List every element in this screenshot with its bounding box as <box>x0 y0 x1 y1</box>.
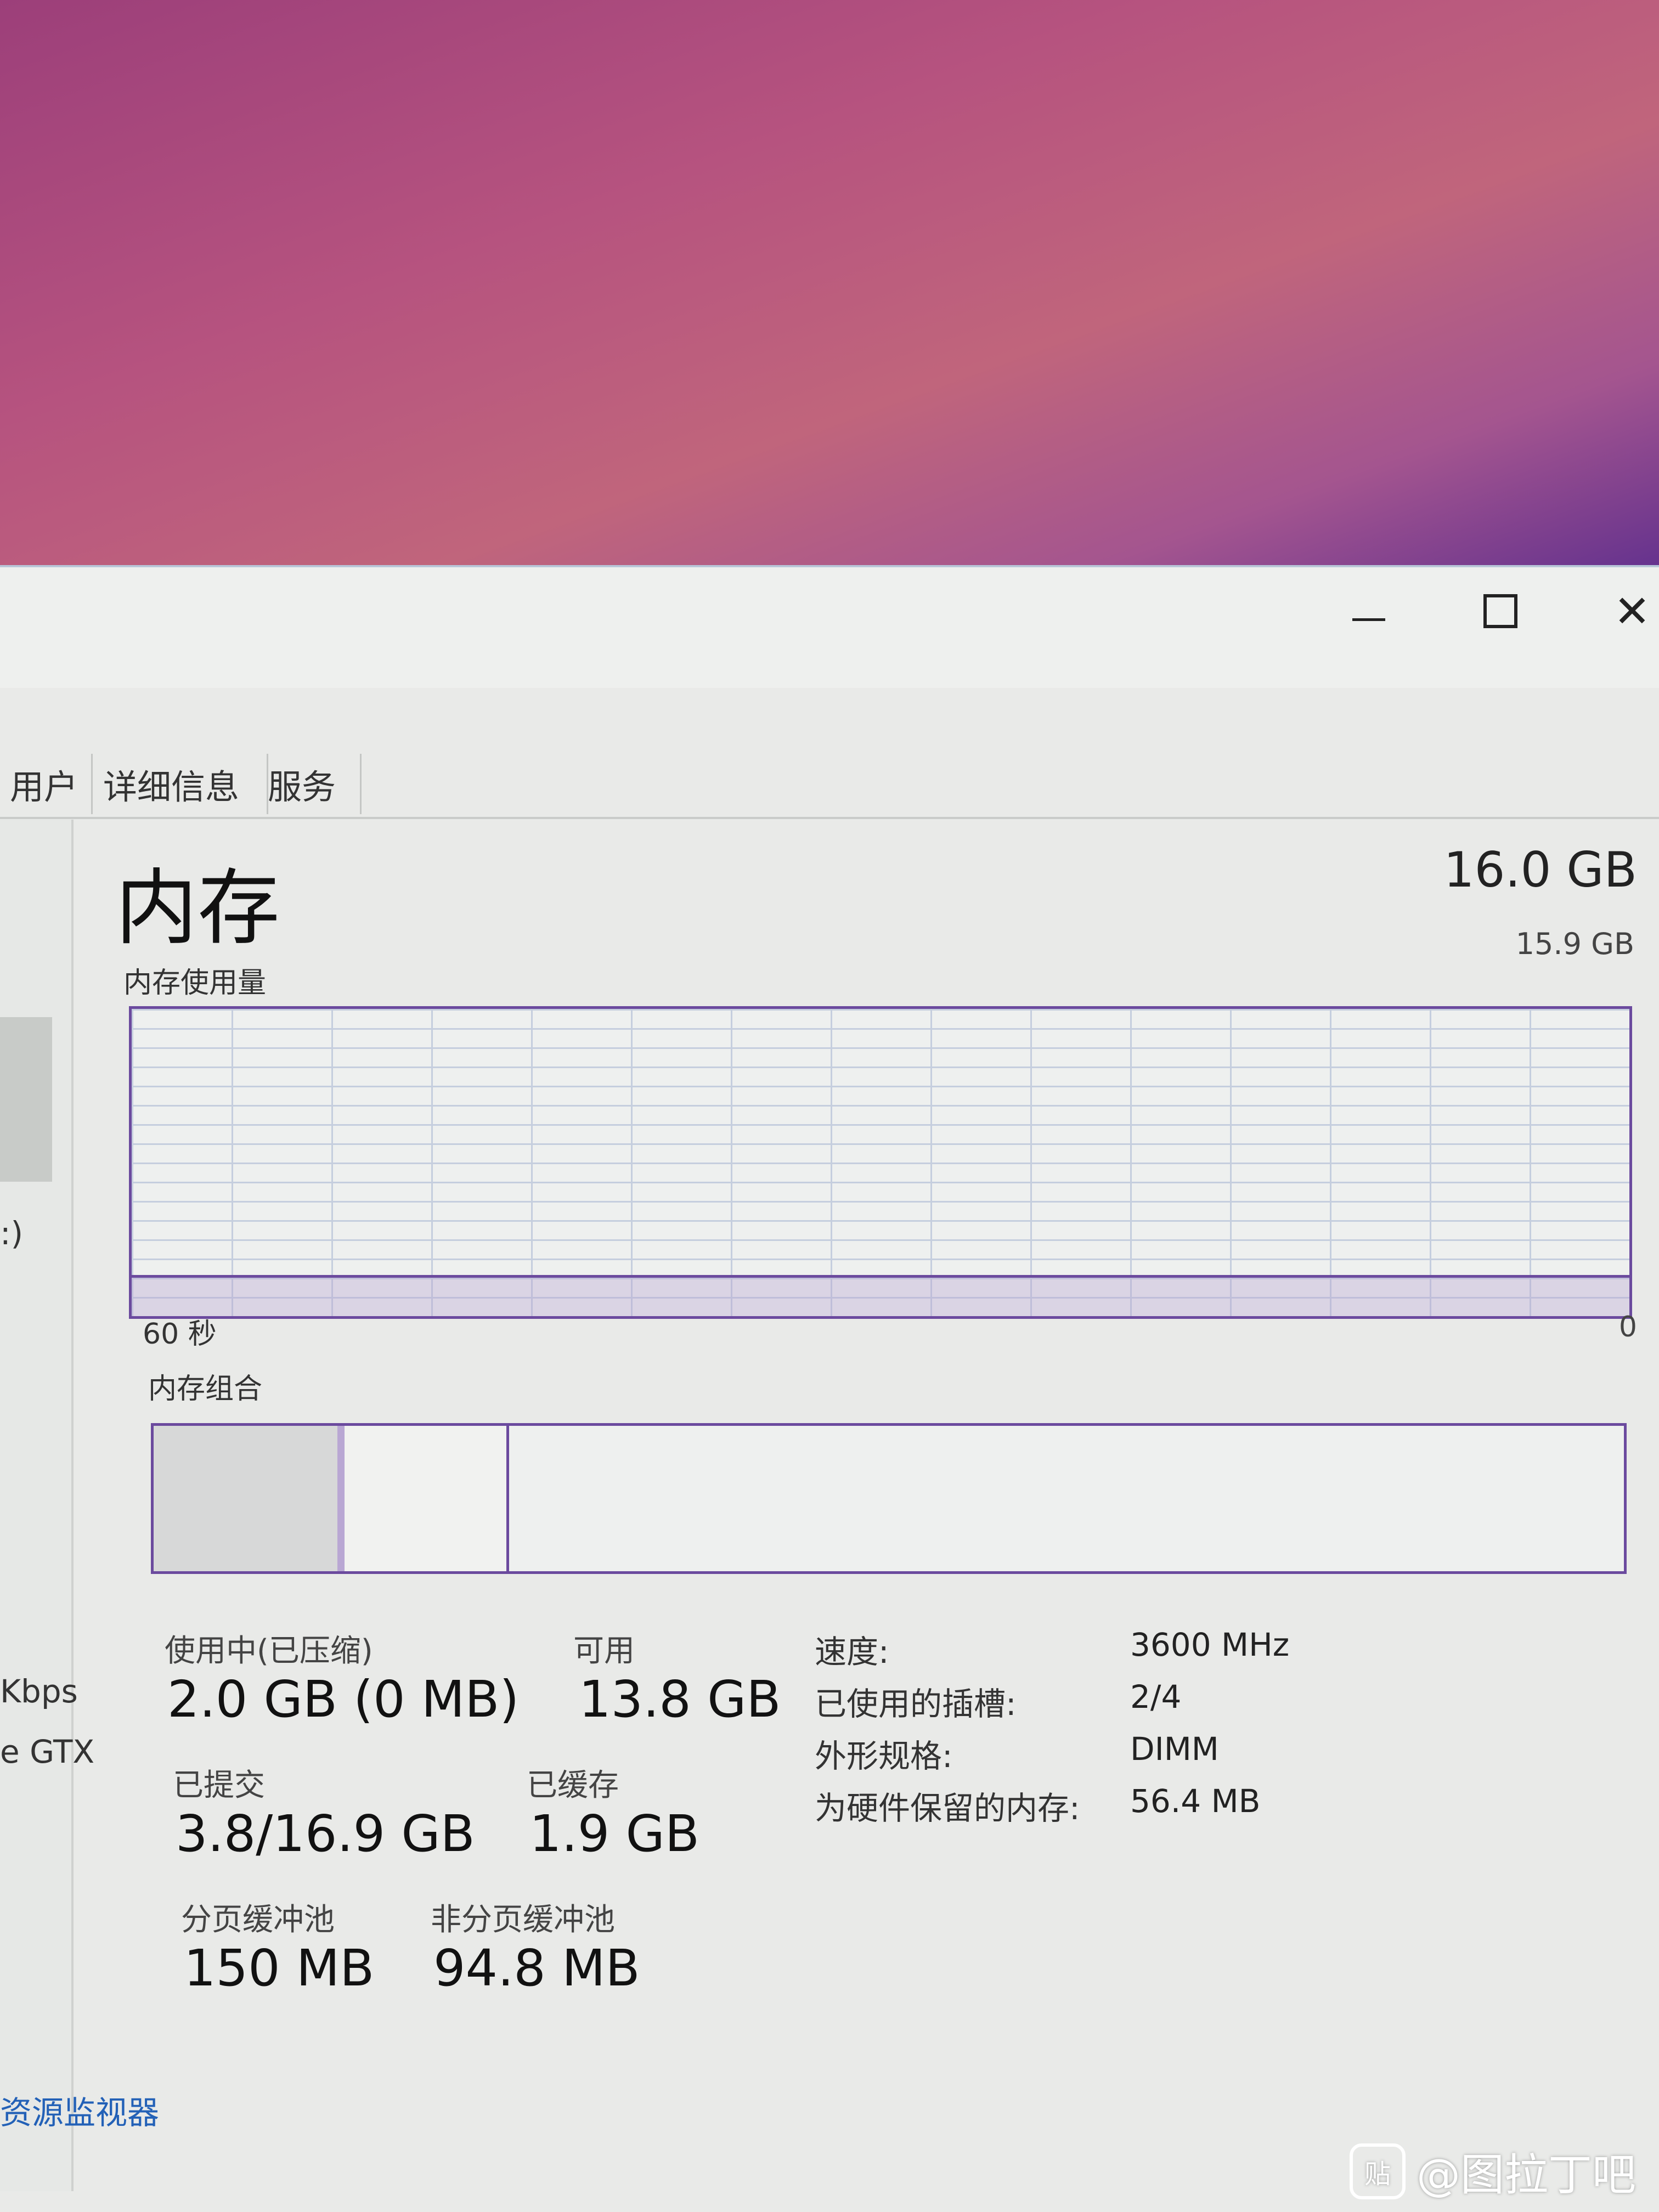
tieba-logo-icon: 贴 <box>1350 2143 1406 2199</box>
tab-users[interactable]: 用户 <box>0 754 93 814</box>
minimize-icon <box>1352 618 1385 621</box>
sidebar-item-fragment[interactable]: e GTX <box>0 1733 94 1770</box>
composition-in-use[interactable] <box>154 1426 340 1571</box>
paged-pool-value: 150 MB <box>184 1939 375 1997</box>
cached-value: 1.9 GB <box>529 1804 699 1863</box>
hardware-reserved-label: 为硬件保留的内存: <box>815 1790 1080 1827</box>
paged-pool-label: 分页缓冲池 <box>181 1902 335 1938</box>
in-use-label: 使用中(已压缩) <box>165 1633 373 1669</box>
time-span-label: 60 秒 <box>143 1318 217 1351</box>
nonpaged-pool-value: 94.8 MB <box>433 1939 640 1997</box>
performance-sidebar: :) Kbps e GTX <box>0 820 94 2191</box>
usage-graph-label: 内存使用量 <box>123 967 267 1000</box>
tab-bar: 用户 详细信息 服务 <box>0 732 1659 819</box>
speed-label: 速度: <box>815 1633 889 1671</box>
form-factor-value: DIMM <box>1130 1730 1219 1768</box>
form-factor-label: 外形规格: <box>815 1737 953 1775</box>
committed-label: 已提交 <box>173 1768 265 1803</box>
tab-services[interactable]: 服务 <box>258 754 362 814</box>
sidebar-item-fragment[interactable]: Kbps <box>0 1673 78 1710</box>
available-label: 可用 <box>573 1633 635 1669</box>
in-use-value: 2.0 GB (0 MB) <box>167 1670 520 1729</box>
available-value: 13.8 GB <box>579 1670 781 1729</box>
hardware-reserved-value: 56.4 MB <box>1130 1782 1261 1820</box>
graph-min-label: 0 <box>1618 1311 1637 1344</box>
committed-value: 3.8/16.9 GB <box>176 1804 475 1863</box>
sidebar-item-fragment[interactable]: :) <box>0 1215 23 1252</box>
memory-usage-fill <box>132 1275 1629 1316</box>
resource-monitor-link[interactable]: 资源监视器 <box>0 2087 159 2133</box>
watermark: 贴 @图拉丁吧 <box>1350 2140 1636 2203</box>
close-button[interactable]: ✕ <box>1569 567 1659 655</box>
task-manager-window: ✕ 用户 详细信息 服务 :) Kbps e GTX 内存 16.0 GB 15… <box>0 565 1659 2212</box>
page-title: 内存 <box>115 861 280 956</box>
graph-max-label: 15.9 GB <box>1515 927 1634 961</box>
composition-modified[interactable] <box>337 1426 345 1571</box>
tab-details[interactable]: 详细信息 <box>93 754 268 814</box>
slots-value: 2/4 <box>1130 1678 1182 1716</box>
maximize-icon <box>1483 594 1517 628</box>
cached-label: 已缓存 <box>527 1768 619 1803</box>
watermark-text: @图拉丁吧 <box>1417 2149 1636 2200</box>
speed-value: 3600 MHz <box>1130 1626 1290 1663</box>
composition-label: 内存组合 <box>148 1373 263 1406</box>
slots-label: 已使用的插槽: <box>815 1685 1017 1723</box>
title-bar: ✕ <box>0 567 1659 688</box>
sidebar-item-memory-selected[interactable] <box>0 1017 52 1182</box>
nonpaged-pool-label: 非分页缓冲池 <box>431 1902 615 1938</box>
minimize-button[interactable] <box>1306 567 1432 655</box>
memory-usage-graph <box>129 1006 1632 1319</box>
composition-standby[interactable] <box>345 1426 510 1571</box>
desktop-wallpaper <box>0 0 1659 603</box>
memory-composition-bar <box>151 1423 1627 1574</box>
maximize-button[interactable] <box>1437 567 1564 655</box>
close-icon: ✕ <box>1613 585 1651 637</box>
total-memory: 16.0 GB <box>1443 842 1637 898</box>
